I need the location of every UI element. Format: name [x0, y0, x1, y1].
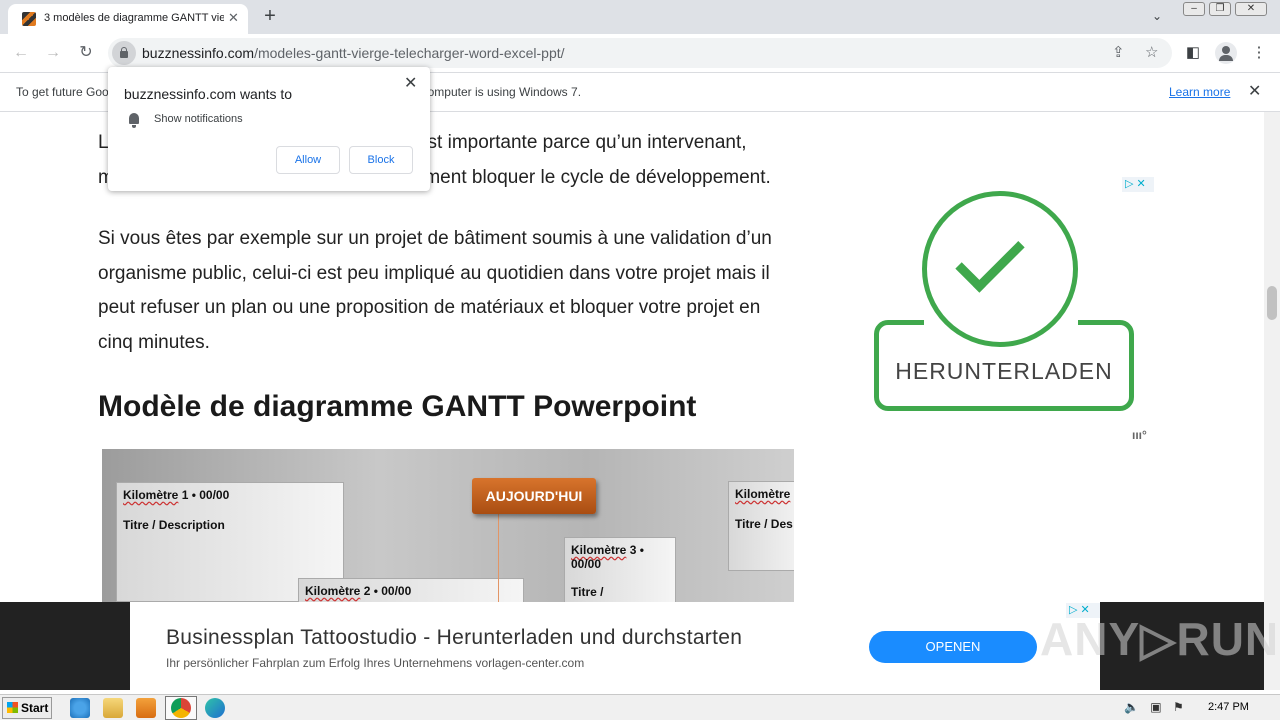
network-icon[interactable]: ▣ [1150, 700, 1161, 714]
taskbar-clock[interactable]: 2:47 PM [1208, 701, 1249, 713]
url-path: /modeles-gantt-vierge-telecharger-word-e… [254, 45, 565, 61]
tab-search-chevron-icon[interactable]: ⌄ [1152, 9, 1162, 23]
today-line [498, 514, 499, 602]
share-icon[interactable]: ⇪ [1112, 43, 1125, 61]
forward-arrow-icon[interactable]: → [42, 42, 64, 64]
reload-icon[interactable]: ↻ [75, 42, 97, 64]
tab-close-icon[interactable]: ✕ [228, 10, 239, 26]
scrollbar-thumb[interactable] [1267, 286, 1277, 320]
tab-title: 3 modèles de diagramme GANTT vierge [44, 12, 224, 24]
site-favicon-icon [22, 12, 36, 26]
minimize-window-icon[interactable]: – [1183, 2, 1205, 16]
url-domain: buzznessinfo.com [142, 45, 255, 61]
milestone-3-num: 3 • [626, 543, 644, 557]
milestone-card-2: Kilomètre 2 • 00/00 [298, 578, 524, 602]
tab-active[interactable]: 3 modèles de diagramme GANTT vierge ✕ [8, 4, 248, 34]
milestone-2-label: Kilomètre [305, 584, 361, 598]
ad-choices-icon[interactable]: ▷ ✕ [1122, 177, 1154, 192]
new-tab-button[interactable]: + [258, 4, 282, 28]
allow-button[interactable]: Allow [276, 146, 340, 174]
start-button[interactable]: Start [2, 697, 52, 719]
url-text[interactable]: buzznessinfo.com/modeles-gantt-vierge-te… [142, 45, 565, 61]
back-arrow-icon[interactable]: ← [10, 42, 32, 64]
bottom-ad-open-button[interactable]: OPENEN [869, 631, 1037, 663]
profile-avatar-icon[interactable] [1215, 42, 1237, 64]
menu-kebab-icon[interactable]: ⋮ [1249, 43, 1269, 63]
download-ad-label[interactable]: HERUNTERLADEN [874, 358, 1134, 385]
milestone-3-label: Kilomètre [571, 543, 627, 557]
bottom-ad-subtitle: Ihr persönlicher Fahrplan zum Erfolg Ihr… [166, 656, 585, 670]
anyrun-watermark: ANY▷RUN [1040, 613, 1280, 665]
side-panel-icon[interactable]: ◧ [1183, 43, 1203, 63]
page-scrollbar[interactable] [1264, 112, 1280, 690]
bell-icon [128, 113, 140, 128]
tab-strip: 3 modèles de diagramme GANTT vierge ✕ + … [0, 0, 1280, 34]
close-window-icon[interactable]: ✕ [1235, 2, 1267, 16]
section-heading: Modèle de diagramme GANTT Powerpoint [98, 390, 697, 423]
notification-permission-popup: buzznessinfo.com wants to ✕ Show notific… [108, 67, 430, 191]
edge-icon[interactable] [205, 698, 225, 718]
popup-close-icon[interactable]: ✕ [404, 73, 417, 93]
block-button[interactable]: Block [349, 146, 413, 174]
volume-icon[interactable]: 🔈 [1124, 700, 1139, 714]
today-marker: AUJOURD'HUI [472, 478, 596, 514]
ad-choices-label: ▷ ✕ [1125, 178, 1146, 190]
address-bar[interactable]: buzznessinfo.com/modeles-gantt-vierge-te… [108, 38, 1172, 68]
milestone-2-date: 2 • 00/00 [360, 584, 412, 598]
bottom-ad-content[interactable]: Businessplan Tattoostudio - Herunterlade… [130, 602, 1100, 690]
paragraph-2: Si vous êtes par exemple sur un projet d… [98, 228, 772, 353]
lock-icon[interactable] [112, 41, 136, 65]
milestone-card-4: Kilomètre Titre / Des [728, 481, 794, 571]
windows-taskbar: Start 🔈 ▣ ⚑ 2:47 PM [0, 694, 1280, 720]
file-explorer-icon[interactable] [103, 698, 123, 718]
bottom-ad-title[interactable]: Businessplan Tattoostudio - Herunterlade… [166, 626, 742, 650]
ad-network-logo-icon: ııı° [1132, 428, 1147, 442]
media-player-icon[interactable] [136, 698, 156, 718]
milestone-4-desc: Titre / Des [735, 517, 793, 531]
milestone-1-label: Kilomètre [123, 488, 179, 502]
chrome-icon[interactable] [171, 698, 191, 718]
gantt-template-image[interactable]: Kilomètre 1 • 00/00 Titre / Description … [102, 449, 794, 602]
learn-more-link[interactable]: Learn more [1169, 85, 1230, 99]
action-center-flag-icon[interactable]: ⚑ [1173, 700, 1184, 714]
popup-title: buzznessinfo.com wants to [124, 86, 293, 102]
popup-permission-text: Show notifications [154, 113, 243, 125]
checkmark-icon [955, 223, 1025, 293]
checkmark-circle-icon[interactable] [922, 191, 1078, 347]
internet-explorer-icon[interactable] [70, 698, 90, 718]
system-tray[interactable]: 🔈 ▣ ⚑ [1124, 700, 1184, 714]
milestone-1-date: 1 • 00/00 [178, 488, 230, 502]
bookmark-star-icon[interactable]: ☆ [1145, 43, 1158, 61]
milestone-3-date: 00/00 [571, 557, 602, 571]
milestone-card-3: Kilomètre 3 • 00/00 Titre / [564, 537, 676, 602]
milestone-1-desc: Titre / Description [123, 518, 225, 532]
restore-window-icon[interactable]: ❐ [1209, 2, 1231, 16]
milestone-3-desc: Titre / [571, 585, 604, 599]
infobar-close-icon[interactable]: ✕ [1248, 81, 1261, 101]
milestone-4-label: Kilomètre [735, 487, 791, 501]
